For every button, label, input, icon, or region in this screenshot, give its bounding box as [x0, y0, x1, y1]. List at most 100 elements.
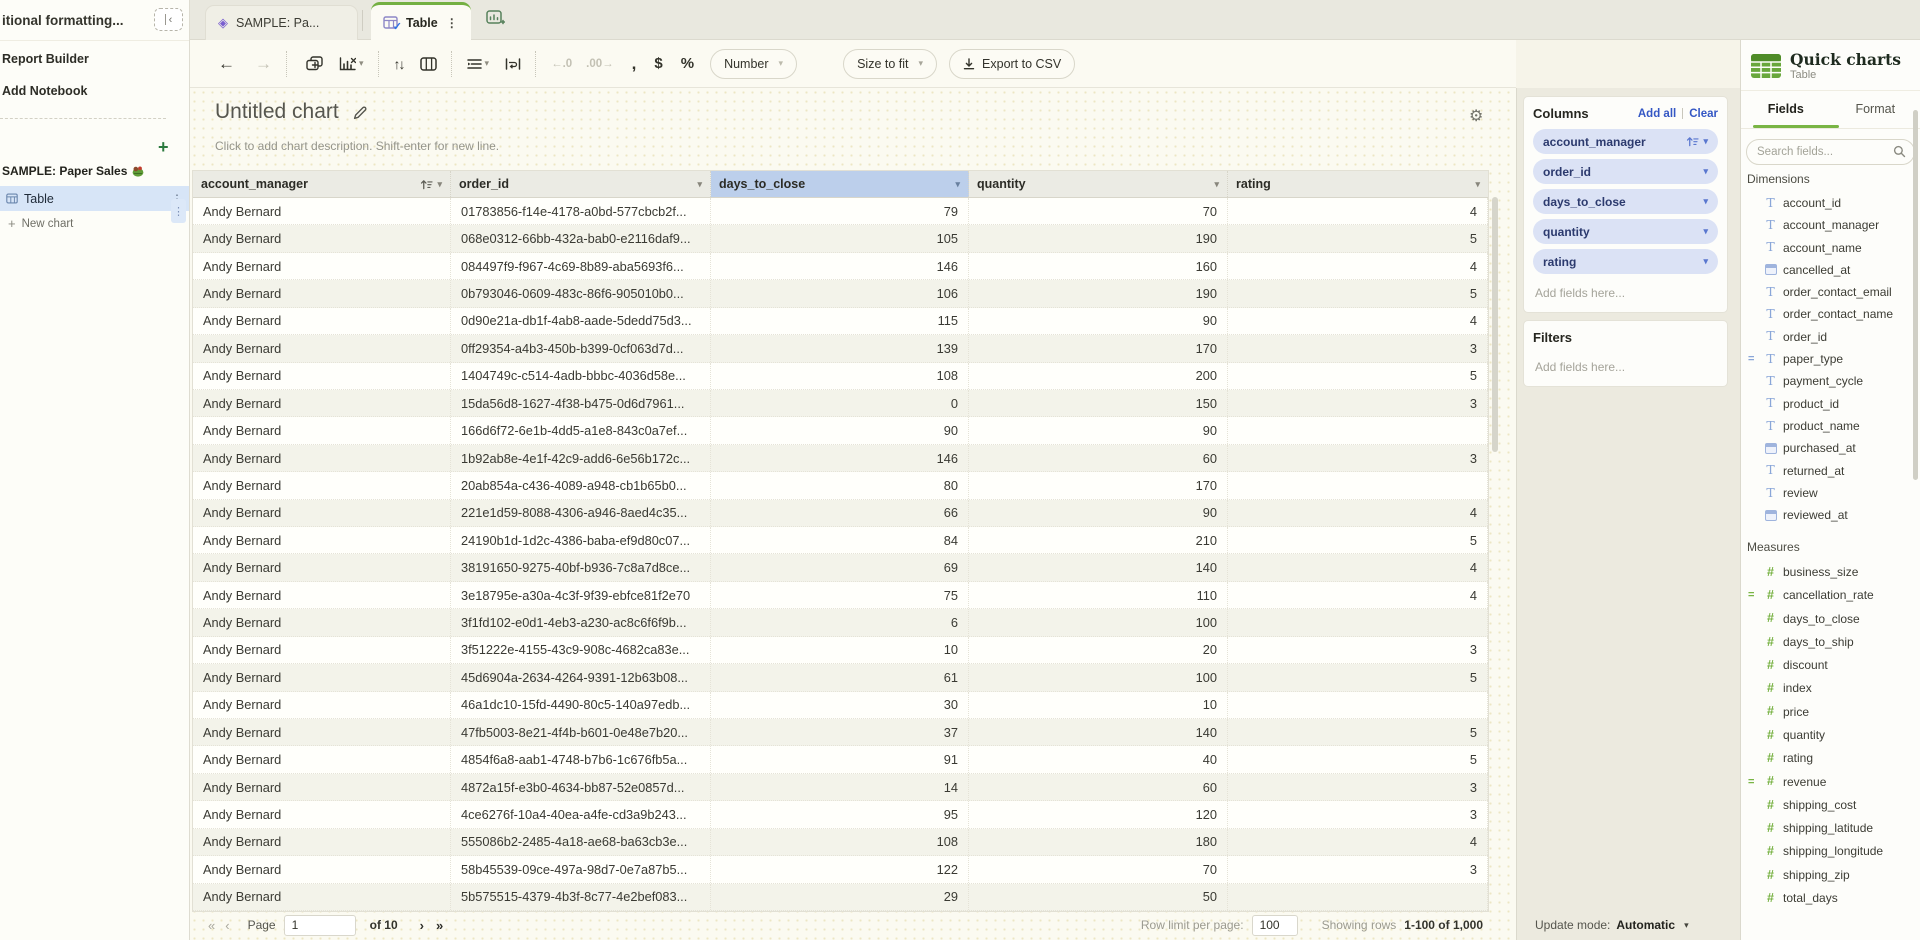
- cell-account-manager[interactable]: Andy Bernard: [193, 363, 451, 389]
- cell-days-to-close[interactable]: 75: [711, 582, 969, 608]
- thousands-separator-icon[interactable]: ,: [632, 54, 637, 74]
- field-item[interactable]: = # total_days: [1741, 886, 1920, 909]
- table-row[interactable]: Andy Bernard 46a1dc10-15fd-4490-80c5-140…: [193, 692, 1488, 719]
- field-item[interactable]: = # index: [1741, 677, 1920, 700]
- cell-rating[interactable]: 3: [1228, 637, 1488, 663]
- forward-icon[interactable]: →: [255, 54, 272, 74]
- tab-kebab-icon[interactable]: ⋮: [446, 16, 458, 30]
- table-row[interactable]: Andy Bernard 47fb5003-8e21-4f4b-b601-0e4…: [193, 719, 1488, 746]
- field-item[interactable]: = # shipping_longitude: [1741, 840, 1920, 863]
- currency-format-icon[interactable]: $: [654, 55, 662, 72]
- cell-quantity[interactable]: 180: [969, 829, 1228, 855]
- field-item[interactable]: = # revenue: [1741, 770, 1920, 793]
- cell-quantity[interactable]: 170: [969, 472, 1228, 498]
- edit-pencil-icon[interactable]: [353, 105, 368, 120]
- cell-order-id[interactable]: 555086b2-2485-4a18-ae68-ba63cb3e...: [451, 829, 711, 855]
- cell-order-id[interactable]: 58b45539-09ce-497a-98d7-0e7a87b5...: [451, 856, 711, 882]
- field-item[interactable]: = # business_size: [1741, 560, 1920, 583]
- cell-quantity[interactable]: 70: [969, 856, 1228, 882]
- cell-account-manager[interactable]: Andy Bernard: [193, 609, 451, 635]
- chart-title[interactable]: Untitled chart: [215, 100, 368, 124]
- cell-order-id[interactable]: 0d90e21a-db1f-4ab8-aade-5dedd75d3...: [451, 308, 711, 334]
- cell-days-to-close[interactable]: 79: [711, 198, 969, 224]
- wrap-text-icon[interactable]: [505, 58, 521, 70]
- field-item[interactable]: = # shipping_zip: [1741, 863, 1920, 886]
- cell-order-id[interactable]: 4854f6a8-aab1-4748-b7b6-1c676fb5a...: [451, 746, 711, 772]
- cell-quantity[interactable]: 60: [969, 774, 1228, 800]
- table-row[interactable]: Andy Bernard 166d6f72-6e1b-4dd5-a1e8-843…: [193, 417, 1488, 444]
- field-item[interactable]: = T paper_type: [1741, 348, 1920, 370]
- chevron-down-icon[interactable]: ▾: [1703, 136, 1708, 147]
- cell-rating[interactable]: 4: [1228, 582, 1488, 608]
- cell-order-id[interactable]: 20ab854a-c436-4089-a948-cb1b65b0...: [451, 472, 711, 498]
- cell-rating[interactable]: 5: [1228, 527, 1488, 553]
- cell-rating[interactable]: 5: [1228, 363, 1488, 389]
- cell-quantity[interactable]: 50: [969, 884, 1228, 910]
- cell-quantity[interactable]: 10: [969, 692, 1228, 718]
- cell-quantity[interactable]: 170: [969, 335, 1228, 361]
- sidebar-item-report-builder[interactable]: Report Builder: [2, 52, 89, 66]
- cell-quantity[interactable]: 210: [969, 527, 1228, 553]
- field-item[interactable]: = T returned_at: [1741, 459, 1920, 481]
- search-fields-input[interactable]: [1755, 145, 1879, 159]
- cell-order-id[interactable]: 166d6f72-6e1b-4dd5-a1e8-843c0a7ef...: [451, 417, 711, 443]
- cell-rating[interactable]: 4: [1228, 198, 1488, 224]
- cell-rating[interactable]: 4: [1228, 308, 1488, 334]
- export-csv-button[interactable]: Export to CSV: [949, 49, 1075, 79]
- table-row[interactable]: Andy Bernard 24190b1d-1d2c-4386-baba-ef9…: [193, 527, 1488, 554]
- cell-days-to-close[interactable]: 37: [711, 719, 969, 745]
- table-row[interactable]: Andy Bernard 555086b2-2485-4a18-ae68-ba6…: [193, 829, 1488, 856]
- columns-icon[interactable]: [420, 57, 437, 71]
- cell-order-id[interactable]: 3e18795e-a30a-4c3f-9f39-ebfce81f2e70: [451, 582, 711, 608]
- column-header-days-to-close[interactable]: days_to_close ▾: [711, 171, 969, 197]
- cell-days-to-close[interactable]: 69: [711, 554, 969, 580]
- cell-account-manager[interactable]: Andy Bernard: [193, 253, 451, 279]
- add-all-link[interactable]: Add all: [1638, 108, 1676, 120]
- row-drag-handle[interactable]: ⋮: [171, 199, 186, 223]
- panel-scrollbar[interactable]: [1913, 110, 1918, 480]
- cell-account-manager[interactable]: Andy Bernard: [193, 637, 451, 663]
- add-section-button[interactable]: +: [158, 138, 169, 156]
- cell-account-manager[interactable]: Andy Bernard: [193, 472, 451, 498]
- filters-drop-placeholder[interactable]: Add fields here...: [1533, 353, 1718, 380]
- cell-days-to-close[interactable]: 115: [711, 308, 969, 334]
- cell-order-id[interactable]: 084497f9-f967-4c69-8b89-aba5693f6...: [451, 253, 711, 279]
- cell-quantity[interactable]: 200: [969, 363, 1228, 389]
- cell-days-to-close[interactable]: 0: [711, 390, 969, 416]
- table-row[interactable]: Andy Bernard 01783856-f14e-4178-a0bd-577…: [193, 198, 1488, 225]
- table-row[interactable]: Andy Bernard 5b575515-4379-4b3f-8c77-4e2…: [193, 884, 1488, 911]
- chevron-down-icon[interactable]: ▾: [955, 179, 960, 190]
- cell-days-to-close[interactable]: 14: [711, 774, 969, 800]
- column-chip[interactable]: days_to_close ▾: [1533, 189, 1718, 214]
- column-chip[interactable]: quantity ▾: [1533, 219, 1718, 244]
- cell-days-to-close[interactable]: 139: [711, 335, 969, 361]
- table-row[interactable]: Andy Bernard 084497f9-f967-4c69-8b89-aba…: [193, 253, 1488, 280]
- cell-account-manager[interactable]: Andy Bernard: [193, 829, 451, 855]
- cell-days-to-close[interactable]: 146: [711, 253, 969, 279]
- cell-order-id[interactable]: 46a1dc10-15fd-4490-80c5-140a97edb...: [451, 692, 711, 718]
- number-format-dropdown[interactable]: Number ▾: [710, 49, 797, 79]
- field-item[interactable]: = # rating: [1741, 747, 1920, 770]
- chevron-down-icon[interactable]: ▾: [1475, 179, 1480, 190]
- tab-sample-paper-sales[interactable]: ◈ SAMPLE: Pa...: [205, 5, 358, 40]
- column-header-rating[interactable]: rating ▾: [1228, 171, 1488, 197]
- cell-account-manager[interactable]: Andy Bernard: [193, 280, 451, 306]
- field-item[interactable]: = # quantity: [1741, 723, 1920, 746]
- cell-order-id[interactable]: 1404749c-c514-4adb-bbbc-4036d58e...: [451, 363, 711, 389]
- cell-order-id[interactable]: 221e1d59-8088-4306-a946-8aed4c35...: [451, 500, 711, 526]
- cell-rating[interactable]: 3: [1228, 390, 1488, 416]
- table-row[interactable]: Andy Bernard 1404749c-c514-4adb-bbbc-403…: [193, 363, 1488, 390]
- cell-quantity[interactable]: 90: [969, 308, 1228, 334]
- field-item[interactable]: = T account_name: [1741, 236, 1920, 258]
- cell-quantity[interactable]: 90: [969, 417, 1228, 443]
- cell-order-id[interactable]: 0ff29354-a4b3-450b-b399-0cf063d7d...: [451, 335, 711, 361]
- column-chip[interactable]: rating ▾: [1533, 249, 1718, 274]
- table-scrollbar[interactable]: [1492, 197, 1498, 452]
- chevron-down-icon[interactable]: ▾: [485, 58, 490, 69]
- cell-days-to-close[interactable]: 61: [711, 664, 969, 690]
- cell-quantity[interactable]: 40: [969, 746, 1228, 772]
- table-row[interactable]: Andy Bernard 3f51222e-4155-43c9-908c-468…: [193, 637, 1488, 664]
- table-row[interactable]: Andy Bernard 0b793046-0609-483c-86f6-905…: [193, 280, 1488, 307]
- cell-account-manager[interactable]: Andy Bernard: [193, 884, 451, 910]
- cell-rating[interactable]: 3: [1228, 335, 1488, 361]
